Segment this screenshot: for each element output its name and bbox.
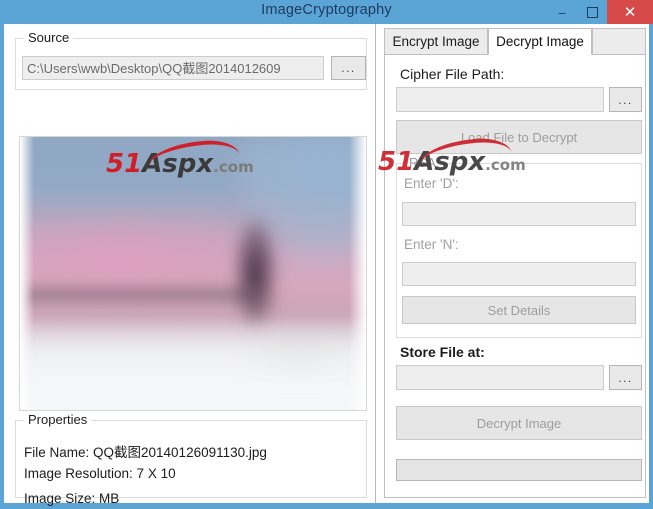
left-panel: Source C:\Users\wwb\Desktop\QQ截图20140126… — [4, 24, 376, 506]
close-icon: ✕ — [623, 4, 637, 21]
decrypt-image-button[interactable]: Decrypt Image — [396, 406, 642, 440]
rsa-group-legend: RSA: — [405, 155, 444, 170]
rsa-d-label: Enter 'D': — [404, 176, 459, 191]
maximize-button[interactable] — [577, 0, 607, 24]
property-image-size: Image Size: MB — [24, 491, 120, 506]
source-group-legend: Source — [24, 30, 74, 45]
tab-filler — [592, 28, 646, 55]
source-browse-button[interactable]: ... — [331, 56, 366, 80]
cipher-file-path-input[interactable] — [396, 87, 604, 112]
tab-strip: Encrypt Image Decrypt Image — [384, 28, 646, 55]
rsa-n-input[interactable] — [402, 262, 636, 286]
cipher-browse-button[interactable]: ... — [609, 87, 642, 112]
close-button[interactable]: ✕ — [607, 0, 653, 24]
rsa-n-label: Enter 'N': — [404, 237, 459, 252]
store-file-browse-button[interactable]: ... — [609, 365, 642, 390]
preview-left-fade — [20, 137, 34, 410]
store-file-input[interactable] — [396, 365, 604, 390]
window-controls: – ✕ — [547, 0, 653, 24]
preview-right-fade — [348, 137, 366, 410]
image-preview: 51Aspx.com — [19, 136, 367, 411]
store-file-label: Store File at: — [400, 344, 485, 360]
property-image-resolution: Image Resolution: 7 X 10 — [24, 466, 176, 481]
source-path-input[interactable]: C:\Users\wwb\Desktop\QQ截图2014012609 — [22, 56, 324, 80]
cipher-file-path-label: Cipher File Path: — [400, 66, 505, 82]
progress-bar — [396, 459, 642, 481]
set-details-button[interactable]: Set Details — [402, 296, 636, 324]
preview-dark-band — [20, 284, 249, 307]
title-bar: ImageCryptography – ✕ — [0, 0, 653, 24]
client-area: Source C:\Users\wwb\Desktop\QQ截图20140126… — [4, 24, 649, 506]
load-file-to-decrypt-button[interactable]: Load File to Decrypt — [396, 120, 642, 154]
preview-figure — [234, 218, 277, 329]
properties-group-legend: Properties — [24, 412, 92, 427]
tab-decrypt-image[interactable]: Decrypt Image — [488, 28, 592, 55]
preview-foreground — [20, 317, 366, 410]
maximize-icon — [586, 6, 598, 18]
property-file-name: File Name: QQ截图20140126091130.jpg — [24, 445, 267, 460]
tab-encrypt-image[interactable]: Encrypt Image — [384, 28, 488, 55]
minimize-icon: – — [558, 4, 566, 20]
app-window: ImageCryptography – ✕ Source C:\Users\ww… — [0, 0, 653, 509]
rsa-d-input[interactable] — [402, 202, 636, 226]
right-panel: Encrypt Image Decrypt Image Cipher File … — [378, 24, 649, 503]
